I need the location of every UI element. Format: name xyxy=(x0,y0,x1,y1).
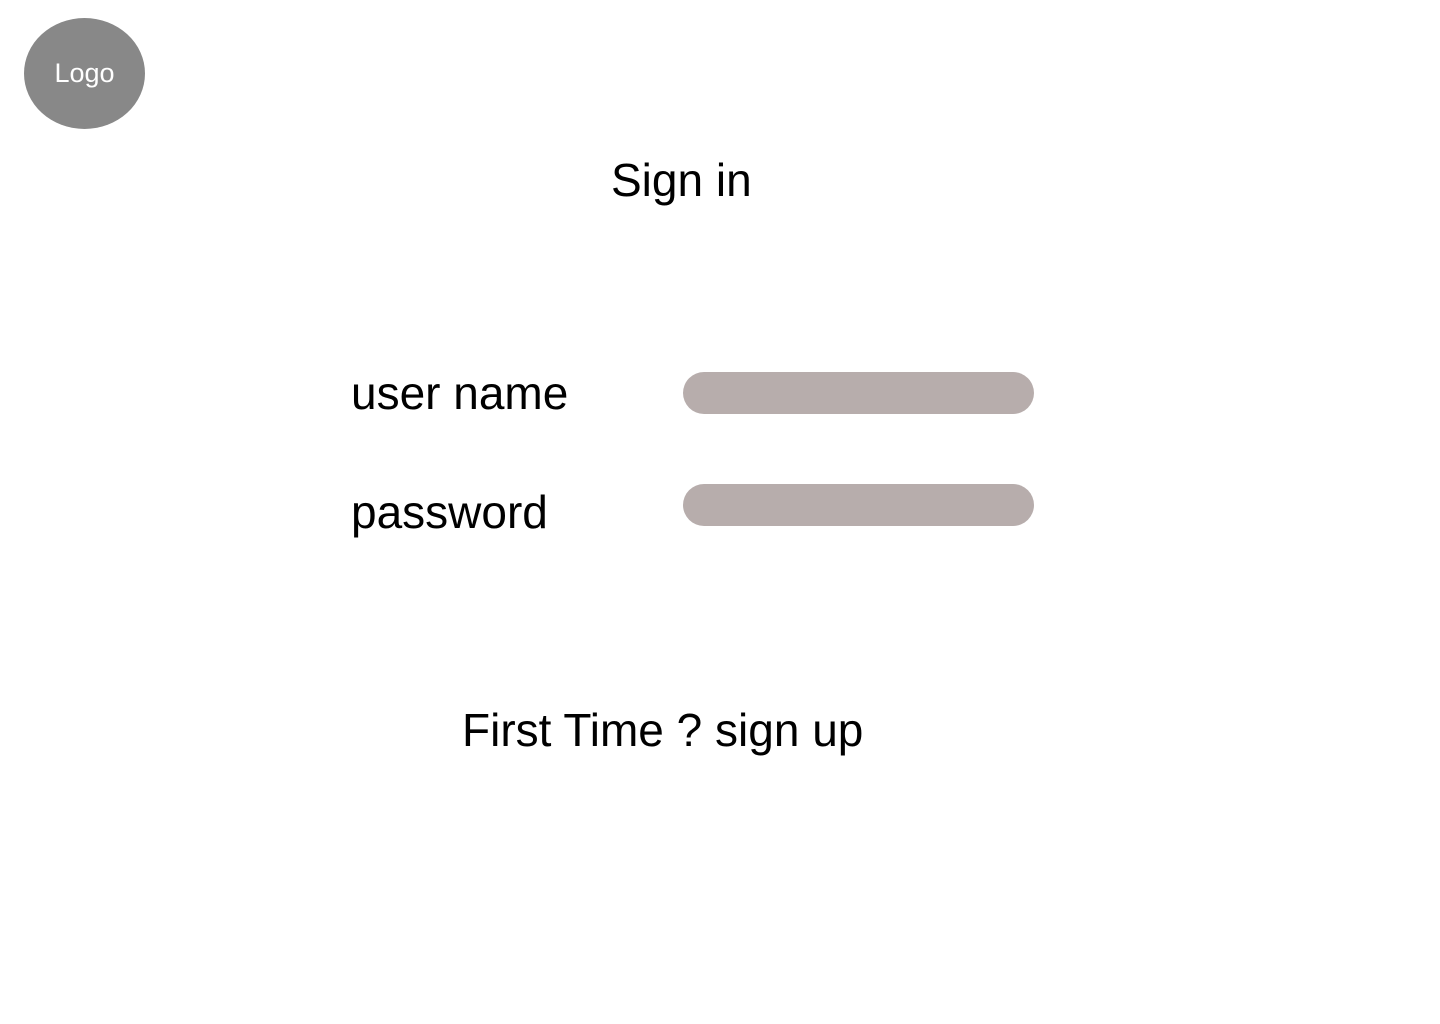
logo-label: Logo xyxy=(54,58,115,88)
username-label: user name xyxy=(351,367,569,419)
page-title: Sign in xyxy=(611,154,752,206)
signup-link[interactable]: First Time ? sign up xyxy=(462,702,863,758)
password-label: password xyxy=(351,486,548,538)
username-input[interactable] xyxy=(683,372,1034,414)
logo: Logo xyxy=(24,18,145,129)
password-input[interactable] xyxy=(683,484,1034,526)
